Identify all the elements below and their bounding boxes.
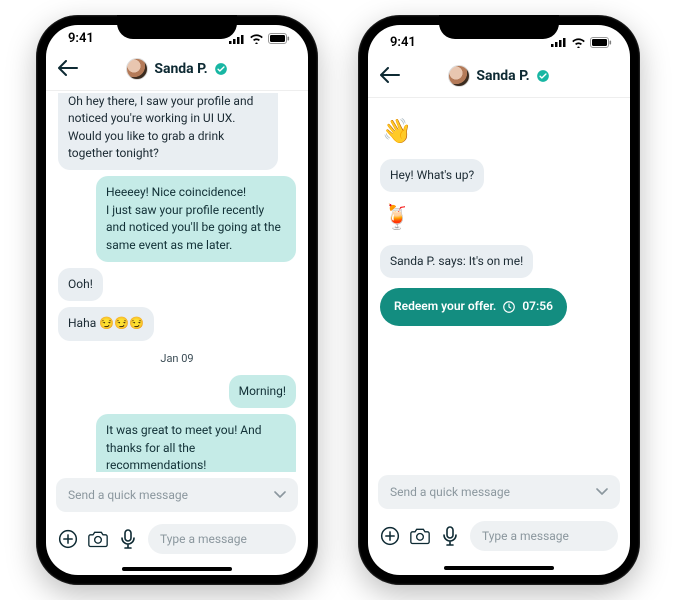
chat-header: Sanda P.	[368, 59, 630, 97]
message-outgoing: Morning!	[58, 375, 296, 408]
message-bubble: Haha 😏😏😏	[58, 307, 154, 340]
message-incoming: Hey! What's up?	[380, 159, 618, 192]
message-emoji: 🍹	[380, 198, 618, 237]
chevron-down-icon	[274, 491, 286, 499]
message-bubble: Hey! What's up?	[380, 159, 484, 192]
clock-icon	[502, 300, 516, 314]
phone-notch	[117, 15, 237, 39]
cellular-icon	[551, 37, 567, 47]
chat-thread[interactable]: 👋 Hey! What's up? 🍹 Sanda P. says: It's …	[368, 98, 630, 469]
avatar[interactable]	[448, 65, 470, 87]
message-incoming: Ooh!	[58, 268, 296, 301]
add-button[interactable]	[58, 529, 78, 549]
phone-notch	[439, 15, 559, 39]
message-input[interactable]: Type a message	[148, 524, 296, 554]
chat-header: Sanda P.	[46, 52, 308, 90]
message-incoming: Sanda P. says: It's on me!	[380, 245, 618, 278]
message-emoji: 👋	[380, 112, 618, 151]
message-input-placeholder: Type a message	[482, 529, 569, 543]
input-bar: Type a message	[368, 515, 630, 561]
battery-icon	[268, 33, 290, 44]
wifi-icon	[571, 37, 586, 48]
status-time: 9:41	[68, 31, 94, 46]
message-outgoing: It was great to meet you! And thanks for…	[58, 414, 296, 472]
message-input-placeholder: Type a message	[160, 532, 247, 546]
quick-message-placeholder: Send a quick message	[390, 485, 510, 499]
quick-message-placeholder: Send a quick message	[68, 488, 188, 502]
message-input[interactable]: Type a message	[470, 521, 618, 551]
message-bubble: It was great to meet you! And thanks for…	[96, 414, 296, 472]
message-bubble: Ooh!	[58, 268, 103, 301]
message-bubble: Oh hey there, I saw your profile and not…	[58, 93, 278, 171]
status-time: 9:41	[390, 35, 416, 50]
date-separator: Jan 09	[58, 351, 296, 367]
add-button[interactable]	[380, 526, 400, 546]
chevron-down-icon	[596, 488, 608, 496]
phone-mockup-right: 9:41 Sanda P. 👋 Hey! What's up?	[358, 15, 640, 585]
wifi-icon	[249, 33, 264, 44]
message-incoming: Haha 😏😏😏	[58, 307, 296, 340]
chat-title: Sanda P.	[476, 68, 529, 84]
phone-mockup-left: 9:41 Sanda P. Oh hey there, I saw your p…	[36, 15, 318, 585]
redeem-label: Redeem your offer.	[394, 298, 496, 315]
camera-button[interactable]	[410, 526, 430, 546]
chat-title: Sanda P.	[154, 61, 207, 77]
phone-screen: 9:41 Sanda P. Oh hey there, I saw your p…	[46, 25, 308, 575]
redeem-offer-button[interactable]: Redeem your offer. 07:56	[380, 288, 567, 325]
input-bar: Type a message	[46, 518, 308, 564]
home-indicator	[368, 561, 630, 575]
camera-button[interactable]	[88, 529, 108, 549]
message-bubble: Heeeey! Nice coincidence! I just saw you…	[96, 176, 296, 262]
back-button[interactable]	[380, 66, 400, 86]
battery-icon	[590, 37, 612, 48]
status-icons	[551, 37, 612, 48]
quick-message-bar[interactable]: Send a quick message	[56, 478, 298, 512]
verified-badge-icon	[536, 69, 550, 83]
phone-screen: 9:41 Sanda P. 👋 Hey! What's up?	[368, 25, 630, 575]
message-outgoing: Heeeey! Nice coincidence! I just saw you…	[58, 176, 296, 262]
redeem-timer: 07:56	[522, 298, 553, 315]
chat-thread[interactable]: Oh hey there, I saw your profile and not…	[46, 91, 308, 472]
microphone-button[interactable]	[118, 529, 138, 549]
message-incoming: Oh hey there, I saw your profile and not…	[58, 93, 296, 171]
status-icons	[229, 33, 290, 44]
message-bubble: Morning!	[229, 375, 296, 408]
avatar[interactable]	[126, 58, 148, 80]
back-button[interactable]	[58, 59, 78, 79]
microphone-button[interactable]	[440, 526, 460, 546]
verified-badge-icon	[214, 62, 228, 76]
quick-message-bar[interactable]: Send a quick message	[378, 475, 620, 509]
message-bubble: Sanda P. says: It's on me!	[380, 245, 533, 278]
home-indicator	[46, 564, 308, 575]
